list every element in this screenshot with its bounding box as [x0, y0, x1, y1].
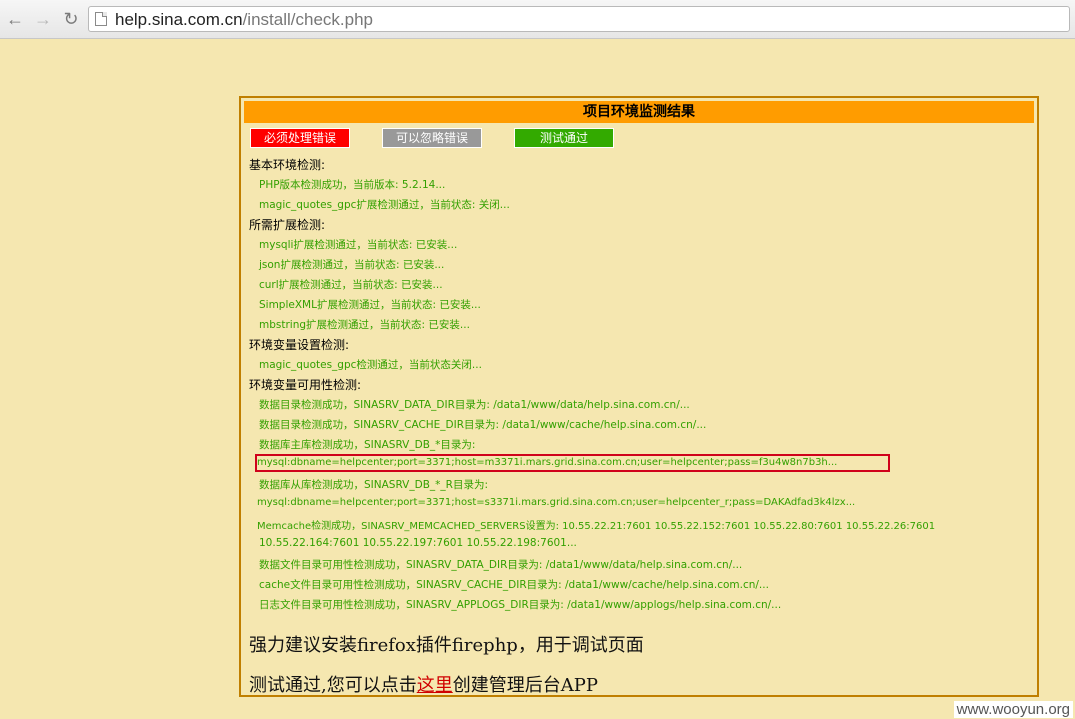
passed-message: 测试通过,您可以点击这里创建管理后台APP	[249, 671, 598, 697]
legend-error: 必须处理错误	[250, 128, 350, 148]
legend-passed: 测试通过	[514, 128, 614, 148]
section-heading-env-availability: 环境变量可用性检测:	[249, 378, 362, 392]
check-item: 数据目录检测成功，SINASRV_CACHE_DIR目录为: /data1/ww…	[259, 419, 707, 431]
passed-message-text: 测试通过,您可以点击	[249, 675, 417, 696]
url-path: /install/check.php	[242, 10, 373, 29]
section-heading-extensions: 所需扩展检测:	[249, 218, 326, 232]
check-item: json扩展检测通过，当前状态: 已安装...	[259, 259, 445, 271]
check-item: mysqli扩展检测通过，当前状态: 已安装...	[259, 239, 458, 251]
check-item: Memcache检测成功，SINASRV_MEMCACHED_SERVERS设置…	[257, 521, 936, 532]
check-item: magic_quotes_gpc检测通过，当前状态关闭...	[259, 359, 482, 371]
check-item: 数据文件目录可用性检测成功，SINASRV_DATA_DIR目录为: /data…	[259, 559, 743, 571]
check-item: 数据库主库检测成功，SINASRV_DB_*目录为:	[259, 439, 476, 451]
url-text[interactable]: help.sina.com.cn/install/check.php	[115, 10, 373, 30]
check-item: 数据库从库检测成功，SINASRV_DB_*_R目录为:	[259, 479, 488, 491]
check-item: magic_quotes_gpc扩展检测通过，当前状态: 关闭...	[259, 199, 510, 211]
watermark: www.wooyun.org	[953, 701, 1073, 718]
check-item: SimpleXML扩展检测通过，当前状态: 已安装...	[259, 299, 481, 311]
browser-toolbar: ← → ↻ help.sina.com.cn/install/check.php	[0, 0, 1075, 39]
legend-ignorable: 可以忽略错误	[382, 128, 482, 148]
check-item: 日志文件目录可用性检测成功，SINASRV_APPLOGS_DIR目录为: /d…	[259, 599, 782, 611]
back-arrow-icon[interactable]: ←	[4, 8, 26, 30]
check-item: PHP版本检测成功，当前版本: 5.2.14...	[259, 179, 446, 191]
panel-title: 项目环境监测结果	[244, 101, 1034, 123]
forward-arrow-icon[interactable]: →	[32, 8, 54, 30]
section-heading-basic: 基本环境检测:	[249, 158, 326, 172]
check-item: curl扩展检测通过，当前状态: 已安装...	[259, 279, 443, 291]
check-item: cache文件目录可用性检测成功，SINASRV_CACHE_DIR目录为: /…	[259, 579, 769, 591]
reload-icon[interactable]: ↻	[60, 8, 82, 30]
db-slave-dsn: mysql:dbname=helpcenter;port=3371;host=s…	[257, 497, 856, 508]
passed-message-suffix: 创建管理后台APP	[452, 675, 598, 696]
url-host: help.sina.com.cn	[115, 10, 243, 29]
page-icon	[95, 12, 107, 26]
firephp-tip: 强力建议安装firefox插件firephp，用于调试页面	[249, 635, 644, 656]
check-results-panel: 项目环境监测结果 必须处理错误 可以忽略错误 测试通过 基本环境检测: PHP版…	[239, 96, 1039, 697]
check-item: mbstring扩展检测通过，当前状态: 已安装...	[259, 319, 470, 331]
section-heading-env-settings: 环境变量设置检测:	[249, 338, 350, 352]
create-admin-link[interactable]: 这里	[417, 675, 453, 696]
check-item: 10.55.22.164:7601 10.55.22.197:7601 10.5…	[259, 537, 577, 549]
db-master-dsn: mysql:dbname=helpcenter;port=3371;host=m…	[257, 457, 838, 468]
check-item: 数据目录检测成功，SINASRV_DATA_DIR目录为: /data1/www…	[259, 399, 690, 411]
address-bar[interactable]: help.sina.com.cn/install/check.php	[88, 6, 1070, 32]
